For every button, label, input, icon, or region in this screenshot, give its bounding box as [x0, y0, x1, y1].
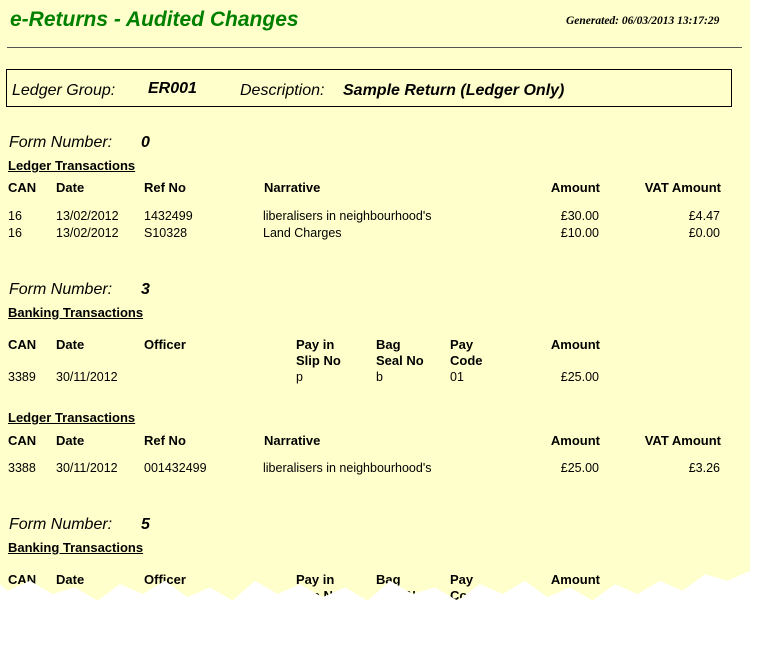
- col-header-narrative: Narrative: [264, 180, 321, 195]
- section-banking-transactions: Banking Transactions: [8, 540, 144, 555]
- cell-narrative: liberalisers in neighbourhood's: [263, 209, 432, 223]
- cell-date: 30/11/2012: [56, 370, 118, 384]
- cell-can: 3388: [8, 461, 36, 475]
- cell-date: 13/02/2012: [56, 209, 119, 223]
- col-header-amount: Amount: [550, 337, 600, 352]
- col-header-pay-code: Pay Code: [450, 337, 483, 368]
- cell-ref-no: 1432499: [144, 209, 193, 223]
- col-header-pay-in-slip: Pay in Slip No: [296, 337, 341, 368]
- section-ledger-transactions: Ledger Transactions: [8, 158, 136, 173]
- cell-can: 16: [8, 209, 22, 223]
- col-header-bag-seal: Bag Seal No: [376, 337, 424, 368]
- col-header-narrative: Narrative: [264, 433, 321, 448]
- report-title: e-Returns - Audited Changes: [10, 8, 299, 31]
- col-header-amount: Amount: [550, 433, 600, 448]
- generated-timestamp: Generated: 06/03/2013 13:17:29: [566, 15, 720, 27]
- ledger-group-value: ER001: [148, 80, 197, 97]
- col-header-can: CAN: [8, 180, 37, 195]
- cell-amount: £30.00: [560, 209, 599, 223]
- cell-vat: £3.26: [688, 461, 720, 475]
- cell-ref-no: 001432499: [144, 461, 207, 475]
- cell-slip: p: [296, 370, 303, 384]
- col-header-date: Date: [56, 572, 85, 587]
- form-number-label: Form Number:: [9, 281, 113, 298]
- cell-amount: £25.00: [560, 370, 599, 384]
- cell-can: 16: [8, 226, 22, 240]
- col-header-bag-seal: Bag Seal No: [376, 572, 424, 603]
- section-banking-transactions: Banking Transactions: [8, 305, 144, 320]
- col-header-officer: Officer: [144, 572, 186, 587]
- cell-date: 13/02/2012: [56, 226, 119, 240]
- form-number-label: Form Number:: [9, 134, 113, 151]
- cell-date: 30/11/2012: [56, 461, 118, 475]
- ledger-group-label: Ledger Group:: [12, 82, 116, 99]
- col-header-amount: Amount: [550, 180, 600, 195]
- form-number-value: 3: [141, 281, 150, 298]
- cell-code: 01: [450, 370, 464, 384]
- section-ledger-transactions: Ledger Transactions: [8, 410, 136, 425]
- col-header-ref-no: Ref No: [144, 180, 186, 195]
- col-header-date: Date: [56, 180, 85, 195]
- header-divider: [7, 47, 742, 48]
- form-number-value: 0: [141, 134, 150, 151]
- col-header-can: CAN: [8, 433, 37, 448]
- description-label: Description:: [240, 82, 325, 99]
- form-number-value: 5: [141, 516, 150, 533]
- cell-narrative: Land Charges: [263, 226, 342, 240]
- cell-ref-no: S10328: [144, 226, 188, 240]
- description-value: Sample Return (Ledger Only): [343, 82, 565, 99]
- col-header-officer: Officer: [144, 337, 186, 352]
- cell-vat: £4.47: [688, 209, 720, 223]
- col-header-pay-in-slip: Pay in Slip No: [296, 572, 341, 603]
- col-header-ref-no: Ref No: [144, 433, 186, 448]
- cell-narrative: liberalisers in neighbourhood's: [263, 461, 432, 475]
- cell-amount: £25.00: [560, 461, 599, 475]
- cell-amount: £10.00: [560, 226, 599, 240]
- form-number-label: Form Number:: [9, 516, 113, 533]
- col-header-date: Date: [56, 337, 85, 352]
- col-header-date: Date: [56, 433, 85, 448]
- cell-can: 3389: [8, 370, 36, 384]
- cell-vat: £0.00: [688, 226, 720, 240]
- col-header-vat-amount: VAT Amount: [644, 433, 721, 448]
- cell-bag: b: [376, 370, 383, 384]
- col-header-vat-amount: VAT Amount: [644, 180, 721, 195]
- col-header-amount: Amount: [550, 572, 600, 587]
- col-header-can: CAN: [8, 572, 37, 587]
- col-header-can: CAN: [8, 337, 37, 352]
- col-header-pay-code: Pay Code: [450, 572, 483, 603]
- report-page: e-Returns - Audited Changes Generated: 0…: [0, 0, 750, 603]
